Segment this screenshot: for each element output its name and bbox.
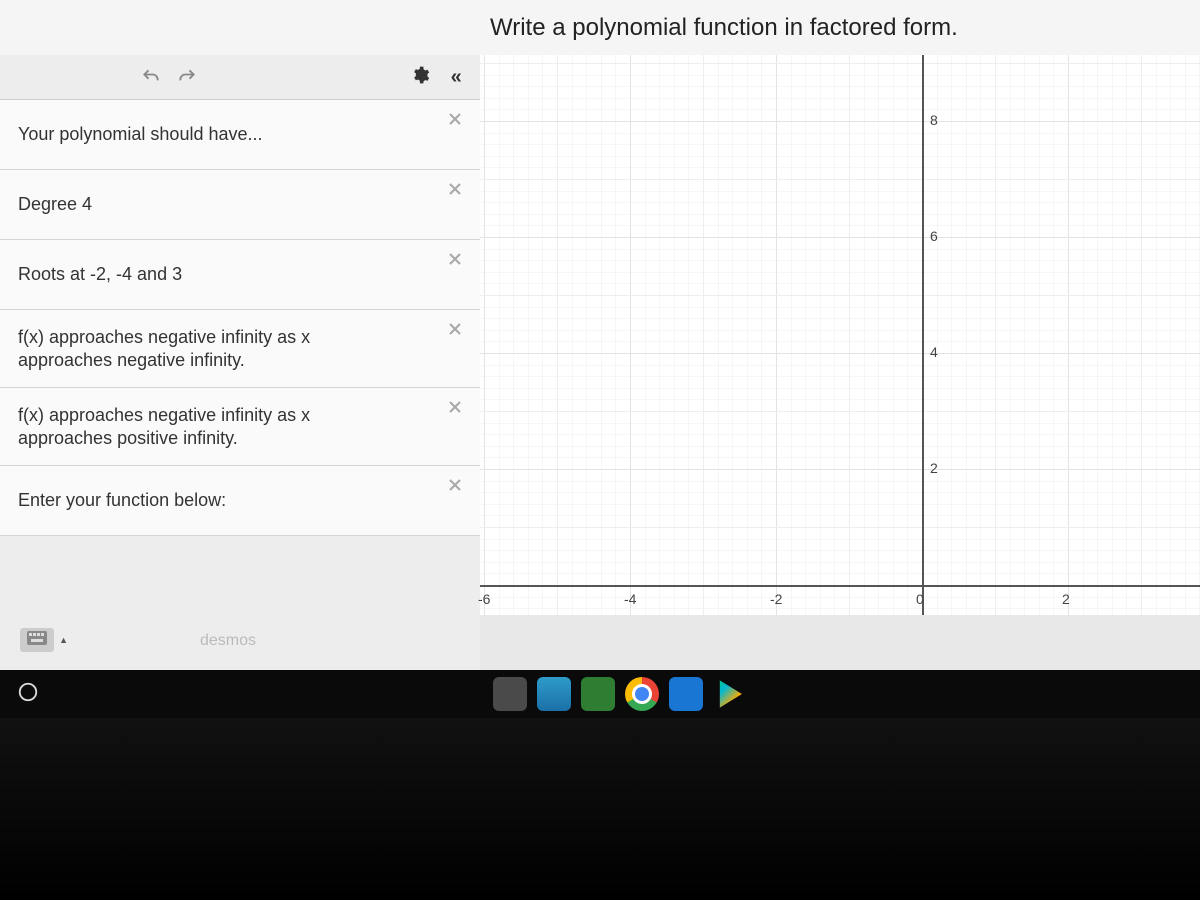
keyboard-toggle-button[interactable]	[20, 628, 54, 652]
os-taskbar	[0, 670, 1200, 718]
taskbar-app-files[interactable]	[537, 677, 571, 711]
settings-button[interactable]	[407, 63, 435, 91]
taskbar-apps	[493, 677, 747, 711]
expression-row[interactable]: f(x) approaches negative infinity as x a…	[0, 310, 480, 388]
expression-text: f(x) approaches negative infinity as x a…	[18, 404, 398, 449]
expression-text: Enter your function below:	[18, 489, 226, 512]
delete-row-button[interactable]	[444, 398, 466, 420]
expression-text: Your polynomial should have...	[18, 123, 263, 146]
delete-row-button[interactable]	[444, 476, 466, 498]
x-tick-label: -6	[478, 591, 490, 607]
close-icon	[447, 111, 463, 132]
delete-row-button[interactable]	[444, 110, 466, 132]
desk-surface	[0, 718, 1200, 900]
redo-button[interactable]	[173, 63, 201, 91]
taskbar-app-generic[interactable]	[493, 677, 527, 711]
expression-row[interactable]: Roots at -2, -4 and 3	[0, 240, 480, 310]
title-bar: Write a polynomial function in factored …	[0, 0, 1200, 55]
expression-text: f(x) approaches negative infinity as x a…	[18, 326, 398, 371]
y-tick-label: 2	[930, 460, 938, 476]
brand-label: desmos	[200, 632, 256, 650]
close-icon	[447, 477, 463, 498]
launcher-button[interactable]	[10, 676, 46, 712]
taskbar-app-green[interactable]	[581, 677, 615, 711]
graph-canvas[interactable]: -6 -4 -2 0 2 2 4 6 8	[480, 55, 1200, 615]
expression-row[interactable]: Enter your function below:	[0, 466, 480, 536]
taskbar-app-play[interactable]	[713, 677, 747, 711]
delete-row-button[interactable]	[444, 320, 466, 342]
y-axis	[922, 55, 924, 615]
x-tick-label: -2	[770, 591, 782, 607]
expression-row[interactable]: Degree 4	[0, 170, 480, 240]
expression-row[interactable]: f(x) approaches negative infinity as x a…	[0, 388, 480, 466]
sidebar-toolbar: «	[0, 55, 480, 100]
expression-sidebar: « Your polynomial should have... Degree …	[0, 55, 480, 670]
x-tick-label: 0	[916, 591, 924, 607]
x-tick-label: -4	[624, 591, 636, 607]
taskbar-app-blue[interactable]	[669, 677, 703, 711]
undo-button[interactable]	[137, 63, 165, 91]
y-tick-label: 4	[930, 344, 938, 360]
taskbar-app-chrome[interactable]	[625, 677, 659, 711]
close-icon	[447, 251, 463, 272]
collapse-sidebar-button[interactable]: «	[442, 63, 470, 91]
x-tick-label: 2	[1062, 591, 1070, 607]
gear-icon	[410, 65, 430, 90]
x-axis	[480, 585, 1200, 587]
close-icon	[447, 321, 463, 342]
app-window: Write a polynomial function in factored …	[0, 0, 1200, 670]
y-tick-label: 6	[930, 228, 938, 244]
expression-row[interactable]: Your polynomial should have...	[0, 100, 480, 170]
page-title: Write a polynomial function in factored …	[490, 14, 958, 42]
expression-text: Roots at -2, -4 and 3	[18, 263, 182, 286]
keyboard-icon	[27, 631, 47, 650]
delete-row-button[interactable]	[444, 250, 466, 272]
y-tick-label: 8	[930, 112, 938, 128]
expression-text: Degree 4	[18, 193, 92, 216]
delete-row-button[interactable]	[444, 180, 466, 202]
close-icon	[447, 399, 463, 420]
chevron-left-double-icon: «	[451, 66, 462, 89]
close-icon	[447, 181, 463, 202]
circle-icon	[17, 681, 39, 708]
